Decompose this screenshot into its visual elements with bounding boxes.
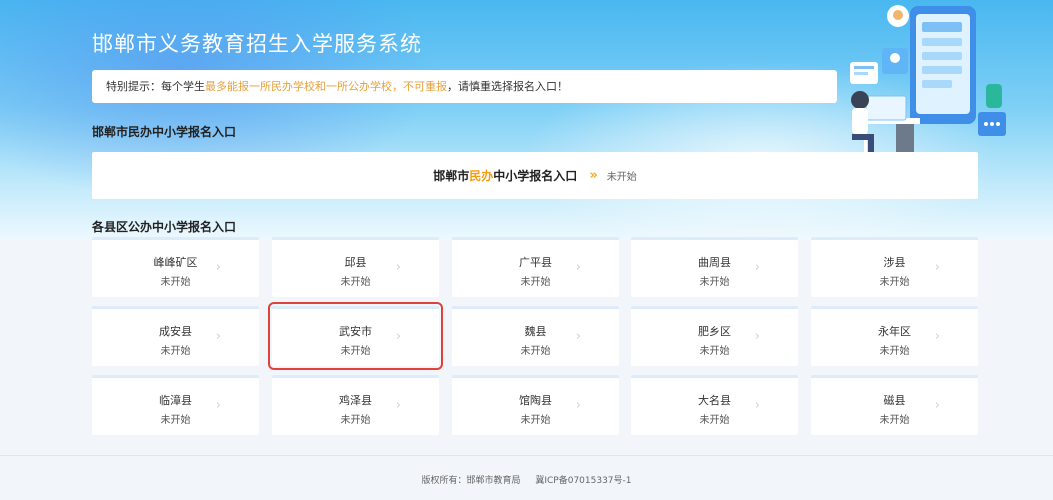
district-status: 未开始: [340, 277, 371, 288]
office-illustration-icon: [850, 5, 1006, 164]
district-status: 未开始: [340, 415, 371, 426]
district-name: 魏县: [524, 325, 547, 338]
chevron-right-icon: ›: [754, 398, 760, 413]
district-name: 肥乡区: [698, 325, 731, 338]
district-name: 邱县: [344, 256, 367, 269]
district-name: 馆陶县: [519, 394, 552, 407]
chevron-right-icon: ›: [215, 260, 221, 275]
district-name: 武安市: [339, 325, 372, 338]
district-card[interactable]: 馆陶县未开始 ›: [452, 375, 619, 435]
notice-banner: 特别提示：每个学生最多能报一所民办学校和一所公办学校，不可重报，请慎重选择报名入…: [92, 70, 837, 103]
hero-banner: 邯郸市义务教育招生入学服务系统 特别提示：每个学生最多能报一所民办学校和一所公办…: [0, 0, 1053, 240]
district-status: 未开始: [699, 346, 730, 357]
notice-highlight: 最多能报一所民办学校和一所公办学校，不可重报: [205, 80, 447, 93]
notice-suffix: ，请慎重选择报名入口！: [447, 80, 568, 93]
district-name: 磁县: [883, 394, 906, 407]
chevron-right-icon: ›: [754, 260, 760, 275]
district-card[interactable]: 邱县未开始 ›: [272, 237, 439, 297]
district-name: 涉县: [883, 256, 906, 269]
chevron-right-icon: ›: [395, 260, 401, 275]
double-chevron-right-icon: »: [589, 168, 598, 183]
chevron-right-icon: ›: [395, 398, 401, 413]
chevron-right-icon: ›: [934, 260, 940, 275]
district-status: 未开始: [520, 346, 551, 357]
footer: 版权所有：邯郸市教育局 冀ICP备07015337号-1: [0, 473, 1053, 486]
district-status: 未开始: [699, 415, 730, 426]
footer-icp[interactable]: 冀ICP备07015337号-1: [535, 476, 631, 486]
district-name: 广平县: [519, 256, 552, 269]
page-title: 邯郸市义务教育招生入学服务系统: [92, 32, 422, 56]
district-card[interactable]: 肥乡区未开始 ›: [631, 306, 798, 366]
district-card[interactable]: 磁县未开始 ›: [811, 375, 978, 435]
notice-prefix: 特别提示：每个学生: [106, 80, 205, 93]
district-status: 未开始: [340, 346, 371, 357]
district-card[interactable]: 涉县未开始 ›: [811, 237, 978, 297]
district-card[interactable]: 曲周县未开始 ›: [631, 237, 798, 297]
district-name: 成安县: [159, 325, 192, 338]
district-card[interactable]: 临漳县未开始 ›: [92, 375, 259, 435]
chevron-right-icon: ›: [215, 329, 221, 344]
private-school-entry[interactable]: 邯郸市民办中小学报名入口 » 未开始: [92, 152, 978, 199]
district-status: 未开始: [879, 346, 910, 357]
district-status: 未开始: [879, 415, 910, 426]
public-section-title: 各县区公办中小学报名入口: [92, 220, 237, 234]
private-entry-label: 邯郸市民办中小学报名入口: [433, 169, 578, 183]
chevron-right-icon: ›: [575, 329, 581, 344]
footer-divider: [0, 455, 1053, 456]
district-status: 未开始: [520, 277, 551, 288]
district-name: 大名县: [698, 394, 731, 407]
district-status: 未开始: [160, 346, 191, 357]
private-section-title: 邯郸市民办中小学报名入口: [92, 125, 237, 139]
chevron-right-icon: ›: [754, 329, 760, 344]
district-card[interactable]: 鸡泽县未开始 ›: [272, 375, 439, 435]
district-name: 鸡泽县: [339, 394, 372, 407]
district-status: 未开始: [879, 277, 910, 288]
district-card[interactable]: 大名县未开始 ›: [631, 375, 798, 435]
district-status: 未开始: [160, 277, 191, 288]
chevron-right-icon: ›: [575, 398, 581, 413]
chevron-right-icon: ›: [575, 260, 581, 275]
district-name: 曲周县: [698, 256, 731, 269]
district-card[interactable]: 峰峰矿区未开始 ›: [92, 237, 259, 297]
district-card[interactable]: 武安市未开始 ›: [268, 302, 443, 370]
district-name: 峰峰矿区: [153, 256, 198, 269]
footer-copyright: 版权所有：邯郸市教育局: [421, 476, 521, 486]
district-name: 永年区: [878, 325, 911, 338]
district-card[interactable]: 成安县未开始 ›: [92, 306, 259, 366]
district-card[interactable]: 广平县未开始 ›: [452, 237, 619, 297]
district-status: 未开始: [699, 277, 730, 288]
chevron-right-icon: ›: [934, 329, 940, 344]
chevron-right-icon: ›: [215, 398, 221, 413]
district-card[interactable]: 魏县未开始 ›: [452, 306, 619, 366]
district-card[interactable]: 永年区未开始 ›: [811, 306, 978, 366]
district-status: 未开始: [160, 415, 191, 426]
chevron-right-icon: ›: [934, 398, 940, 413]
chevron-right-icon: ›: [395, 329, 401, 344]
private-entry-status: 未开始: [606, 172, 637, 183]
district-name: 临漳县: [159, 394, 192, 407]
district-status: 未开始: [520, 415, 551, 426]
